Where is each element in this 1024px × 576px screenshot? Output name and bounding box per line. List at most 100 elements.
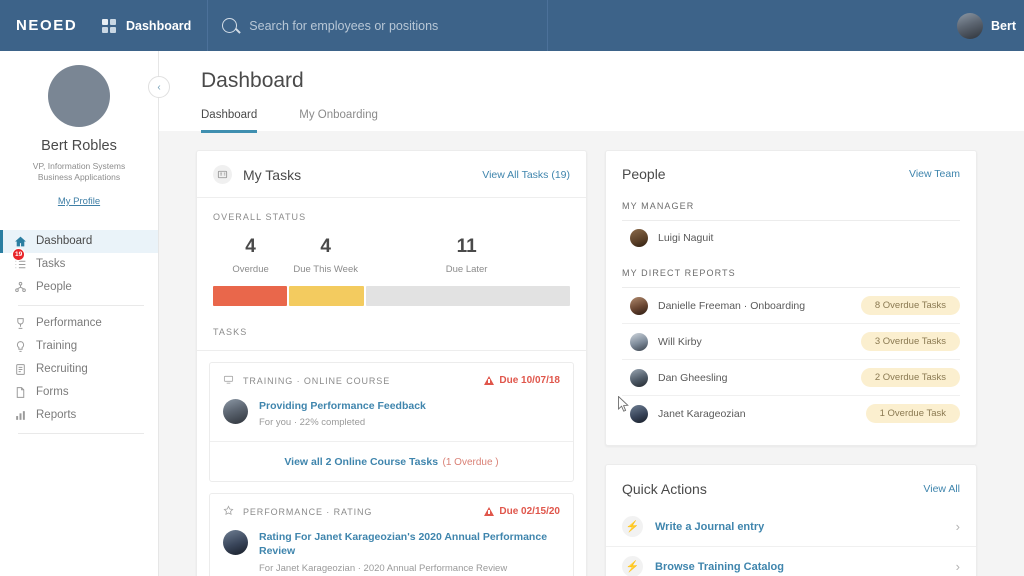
task-footer-link[interactable]: View all 2 Online Course Tasks xyxy=(284,456,438,468)
view-team-link[interactable]: View Team xyxy=(909,168,960,180)
sidebar-collapse-button[interactable]: ‹ xyxy=(148,76,170,98)
sidebar-item-dashboard-label: Dashboard xyxy=(36,235,93,248)
sidebar-item-training-label: Training xyxy=(36,340,78,353)
stat-overdue-label: Overdue xyxy=(232,264,269,275)
task-card[interactable]: TRAINING · ONLINE COURSE Due 10/07/18 Pr… xyxy=(209,362,574,483)
dashboard-columns: My Tasks View All Tasks (19) OVERALL STA… xyxy=(159,131,1024,576)
sidebar-item-performance-label: Performance xyxy=(36,317,102,330)
sidebar-item-recruiting-label: Recruiting xyxy=(36,363,88,376)
overdue-tasks-badge: 1 Overdue Task xyxy=(865,404,960,423)
stat-due-this-week: 4 Due This Week xyxy=(288,236,363,275)
task-avatar xyxy=(223,530,248,556)
status-stats: 4 Overdue 4 Due This Week 11 Due Later xyxy=(213,236,570,275)
report-name: Danielle Freeman · Onboarding xyxy=(658,299,806,312)
quick-actions-title: Quick Actions xyxy=(622,481,707,497)
sidebar-item-forms-label: Forms xyxy=(36,386,69,399)
my-profile-link[interactable]: My Profile xyxy=(58,196,100,207)
progress-segment-due-this-week xyxy=(289,286,364,306)
page-title: Dashboard xyxy=(201,69,304,92)
task-category-wrap: TRAINING · ONLINE COURSE xyxy=(223,374,390,387)
task-due-wrap: Due 10/07/18 xyxy=(484,375,560,386)
home-icon xyxy=(14,235,27,248)
my-manager-label: MY MANAGER xyxy=(622,201,695,211)
task-title-link[interactable]: Providing Performance Feedback xyxy=(259,399,426,413)
quick-action-write-journal-entry[interactable]: ⚡ Write a Journal entry › xyxy=(606,507,976,546)
chevron-right-icon: › xyxy=(955,519,960,534)
people-title: People xyxy=(622,166,666,182)
task-card-footer[interactable]: View all 2 Online Course Tasks (1 Overdu… xyxy=(210,441,573,481)
report-left: Danielle Freeman · Onboarding xyxy=(630,296,806,315)
task-subtitle: For Janet Karageozian · 2020 Annual Perf… xyxy=(259,562,508,574)
stat-due-this-week-label: Due This Week xyxy=(293,264,358,275)
report-avatar xyxy=(630,368,648,387)
my-tasks-header: My Tasks View All Tasks (19) xyxy=(197,151,586,198)
lightbulb-icon xyxy=(14,340,27,353)
sidebar-item-people[interactable]: People xyxy=(0,276,158,299)
left-column: My Tasks View All Tasks (19) OVERALL STA… xyxy=(196,150,587,576)
search-icon xyxy=(222,18,238,33)
quick-actions-view-all-link[interactable]: View All xyxy=(923,483,960,495)
top-navigation-bar: NEOED Dashboard Bert xyxy=(0,0,1024,51)
list-item[interactable]: Dan Gheesling 2 Overdue Tasks xyxy=(622,360,960,396)
sidebar-item-dashboard[interactable]: Dashboard xyxy=(0,229,158,253)
profile-photo xyxy=(48,65,110,127)
list-item[interactable]: Janet Karageozian 1 Overdue Task xyxy=(622,396,960,431)
sidebar-item-recruiting[interactable]: Recruiting xyxy=(0,358,158,381)
task-card-body: Providing Performance Feedback For you ·… xyxy=(210,396,573,441)
user-menu[interactable]: Bert xyxy=(956,12,1024,39)
sidebar-profile: Bert Robles VP, Information Systems Busi… xyxy=(0,51,158,219)
sidebar-item-training[interactable]: Training xyxy=(0,335,158,358)
quick-action-browse-training-catalog[interactable]: ⚡ Browse Training Catalog › xyxy=(606,546,976,576)
task-card-header: PERFORMANCE · RATING Due 02/15/20 xyxy=(210,494,573,527)
bolt-icon: ⚡ xyxy=(622,556,643,576)
task-category-wrap: PERFORMANCE · RATING xyxy=(223,505,372,518)
my-tasks-header-left: My Tasks xyxy=(213,165,301,184)
list-item[interactable]: Will Kirby 3 Overdue Tasks xyxy=(622,324,960,360)
list-card-icon xyxy=(213,165,232,184)
people-icon xyxy=(14,281,27,294)
tasks-section-label-wrap: TASKS xyxy=(197,306,586,350)
manager-left: Luigi Naguit xyxy=(630,229,713,247)
global-search[interactable] xyxy=(208,0,549,51)
my-tasks-title: My Tasks xyxy=(243,166,302,183)
task-card-body: Rating For Janet Karageozian's 2020 Annu… xyxy=(210,527,573,576)
sidebar-item-reports-label: Reports xyxy=(36,409,77,422)
overall-status-label: OVERALL STATUS xyxy=(213,212,307,222)
task-due-label: Due 10/07/18 xyxy=(499,375,560,386)
overdue-tasks-badge: 8 Overdue Tasks xyxy=(860,296,960,315)
task-title-link[interactable]: Rating For Janet Karageozian's 2020 Annu… xyxy=(259,530,560,558)
task-card[interactable]: PERFORMANCE · RATING Due 02/15/20 Rating… xyxy=(209,493,574,576)
page-header: Dashboard Dashboard My Onboarding xyxy=(159,51,1024,133)
task-avatar xyxy=(223,399,248,424)
overdue-tasks-badge: 3 Overdue Tasks xyxy=(860,332,960,351)
brand-logo[interactable]: NEOED xyxy=(0,17,90,34)
search-input[interactable] xyxy=(249,18,534,33)
topnav-dashboard[interactable]: Dashboard xyxy=(90,0,209,51)
tasks-badge: 19 xyxy=(12,247,26,261)
sidebar-item-forms[interactable]: Forms xyxy=(0,381,158,404)
tab-dashboard[interactable]: Dashboard xyxy=(201,109,258,133)
manager-row[interactable]: Luigi Naguit xyxy=(622,221,960,255)
task-card-header: TRAINING · ONLINE COURSE Due 10/07/18 xyxy=(210,363,573,396)
my-tasks-card: My Tasks View All Tasks (19) OVERALL STA… xyxy=(196,150,587,576)
sidebar-divider-2 xyxy=(18,432,144,434)
tab-my-onboarding[interactable]: My Onboarding xyxy=(299,109,378,133)
report-name: Janet Karageozian xyxy=(658,407,746,420)
task-category-label: TRAINING · ONLINE COURSE xyxy=(243,375,391,386)
stat-due-later: 11 Due Later xyxy=(363,236,570,275)
grid-icon xyxy=(102,18,116,33)
clipboard-icon xyxy=(14,363,27,376)
sidebar-item-reports[interactable]: Reports xyxy=(0,404,158,427)
user-menu-label: Bert xyxy=(990,18,1016,33)
people-card: People View Team MY MANAGER Luigi Naguit… xyxy=(605,150,977,446)
stat-due-this-week-number: 4 xyxy=(320,236,331,257)
avatar xyxy=(956,12,983,39)
task-category-label: PERFORMANCE · RATING xyxy=(243,506,373,517)
profile-name: Bert Robles xyxy=(41,138,117,154)
task-text-wrap: Providing Performance Feedback For you ·… xyxy=(259,399,426,428)
sidebar-item-tasks[interactable]: 19 Tasks xyxy=(0,247,158,276)
sidebar-item-performance[interactable]: Performance xyxy=(0,312,158,335)
list-item[interactable]: Danielle Freeman · Onboarding 8 Overdue … xyxy=(622,288,960,324)
view-all-tasks-link[interactable]: View All Tasks (19) xyxy=(482,169,570,181)
bar-chart-icon xyxy=(14,409,27,422)
